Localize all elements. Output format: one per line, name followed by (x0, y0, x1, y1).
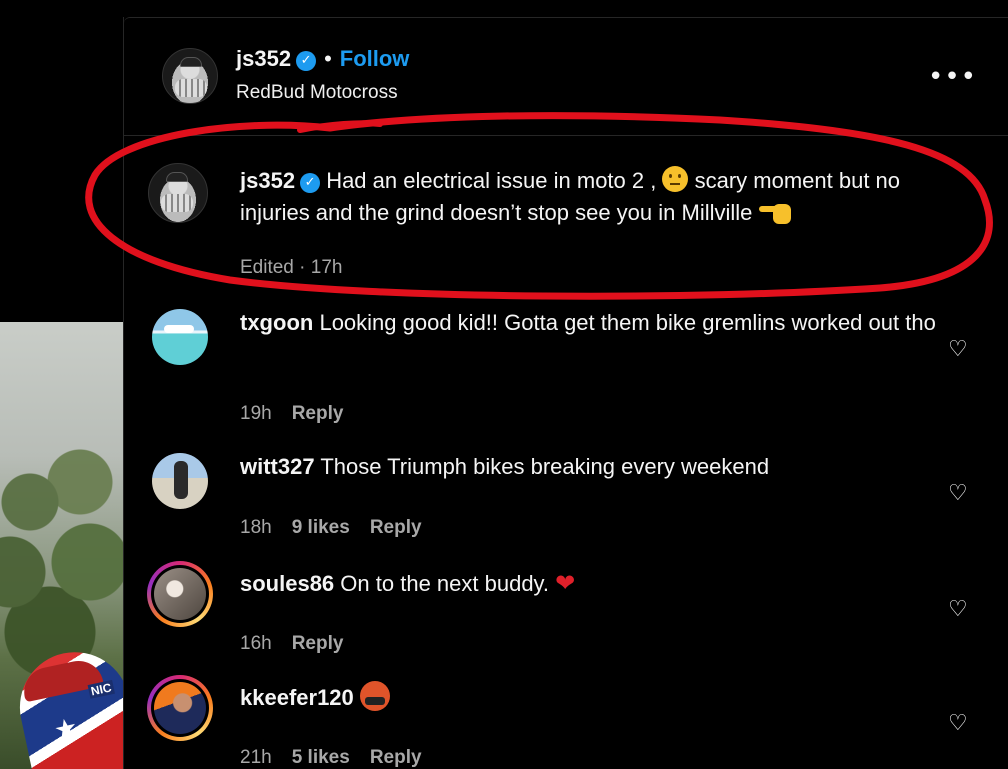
post-photo[interactable]: ★ NIC (0, 322, 124, 769)
comment-username[interactable]: soules86 (240, 571, 334, 596)
comment-body: Looking good kid!! Gotta get them bike g… (319, 310, 936, 335)
author-avatar[interactable] (162, 48, 218, 104)
comment-text: witt327 Those Triumph bikes breaking eve… (240, 451, 960, 483)
post-header: js352 ✓ • Follow RedBud Motocross ••• (124, 17, 1008, 136)
comments-panel: js352 ✓ • Follow RedBud Motocross ••• js352… (123, 17, 1008, 769)
cursing-face-emoji-icon (359, 681, 390, 711)
reply-button[interactable]: Reply (370, 747, 422, 768)
reply-button[interactable]: Reply (370, 517, 422, 538)
like-heart-icon[interactable]: ♡ (948, 337, 968, 362)
red-heart-emoji-icon: ❤ (555, 569, 576, 597)
comment-meta: 19h Reply (240, 403, 343, 425)
comment-username[interactable]: kkeefer120 (240, 685, 354, 710)
comment-time[interactable]: 16h (240, 633, 272, 654)
separator-dot: • (324, 46, 332, 71)
comment-text: txgoon Looking good kid!! Gotta get them… (240, 307, 960, 339)
comment-meta: 16h Reply (240, 633, 343, 655)
reply-button[interactable]: Reply (292, 633, 344, 654)
comment-time[interactable]: 19h (240, 403, 272, 424)
caption-author-avatar[interactable] (148, 163, 208, 223)
story-ring-avatar[interactable] (147, 675, 213, 741)
comment-username[interactable]: txgoon (240, 310, 313, 335)
author-username[interactable]: js352 (236, 46, 291, 71)
pointing-hand-emoji-icon (758, 202, 791, 224)
more-options-icon[interactable]: ••• (928, 62, 977, 92)
like-heart-icon[interactable]: ♡ (948, 711, 968, 736)
comment-body: Those Triumph bikes breaking every weeke… (320, 454, 770, 479)
likes-count[interactable]: 9 likes (292, 517, 350, 538)
commenter-avatar[interactable] (152, 309, 208, 365)
comment-text: soules86 On to the next buddy. ❤ (240, 567, 960, 600)
caption-meta: Edited · 17h (240, 257, 343, 278)
story-ring-avatar[interactable] (147, 561, 213, 627)
comment-meta: 18h 9 likes Reply (240, 517, 422, 539)
comment-meta: 21h 5 likes Reply (240, 747, 422, 769)
post-location[interactable]: RedBud Motocross (236, 82, 398, 104)
photo-trees (0, 442, 124, 682)
likes-count[interactable]: 5 likes (292, 747, 350, 768)
caption-text-part1: Had an electrical issue in moto 2 , (326, 168, 657, 193)
commenter-avatar[interactable] (152, 453, 208, 509)
like-heart-icon[interactable]: ♡ (948, 597, 968, 622)
comment-body: On to the next buddy. (340, 571, 550, 596)
comment-text: kkeefer120 (240, 681, 960, 714)
comment-time[interactable]: 21h (240, 747, 272, 768)
caption-text: js352 ✓ Had an electrical issue in moto 2… (240, 165, 960, 229)
reply-button[interactable]: Reply (292, 403, 344, 424)
neutral-face-emoji-icon (662, 166, 689, 192)
comment-time[interactable]: 18h (240, 517, 272, 538)
caption-username[interactable]: js352 (240, 168, 295, 193)
like-heart-icon[interactable]: ♡ (948, 481, 968, 506)
comment-username[interactable]: witt327 (240, 454, 315, 479)
verified-badge-icon: ✓ (296, 51, 317, 71)
follow-button[interactable]: Follow (340, 46, 410, 71)
verified-badge-icon: ✓ (300, 173, 321, 193)
